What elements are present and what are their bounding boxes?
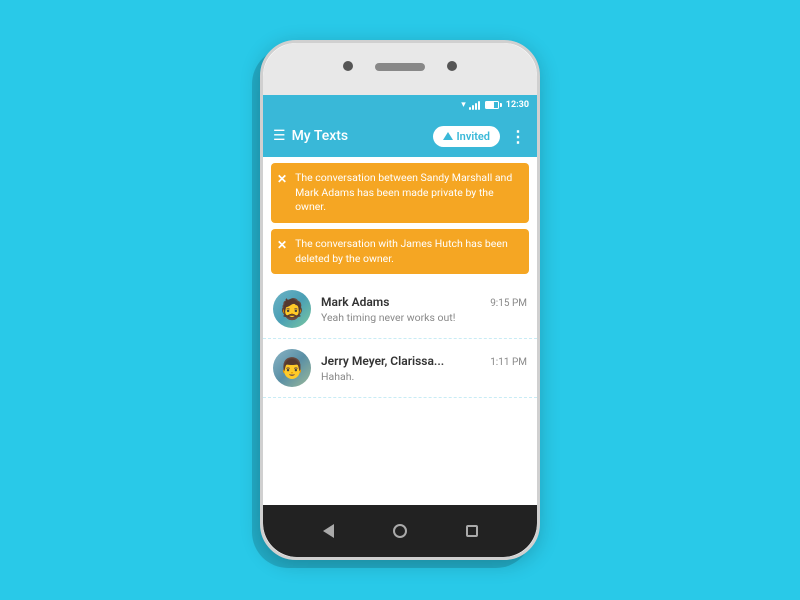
app-title: My Texts — [292, 128, 427, 144]
status-bar: ▾ 12:30 — [263, 95, 537, 115]
battery-fill — [486, 102, 494, 108]
conversation-info-jerry: Jerry Meyer, Clarissa... 1:11 PM Hahah. — [321, 354, 527, 383]
conversation-top-mark: Mark Adams 9:15 PM — [321, 295, 527, 309]
earpiece-speaker — [375, 63, 425, 71]
signal-bar-1 — [469, 107, 471, 110]
signal-bar-3 — [475, 103, 477, 110]
back-nav-button[interactable] — [323, 524, 334, 538]
status-icons: ▾ 12:30 — [461, 100, 529, 110]
recents-nav-button[interactable] — [466, 525, 478, 537]
signal-bar-4 — [478, 101, 480, 110]
invited-label: Invited — [457, 130, 490, 143]
conversation-info-mark: Mark Adams 9:15 PM Yeah timing never wor… — [321, 295, 527, 324]
conversation-preview-jerry: Hahah. — [321, 370, 527, 383]
close-notification-2-icon[interactable]: ✕ — [277, 238, 287, 252]
conversation-name-mark: Mark Adams — [321, 295, 389, 309]
phone-screen: ▾ 12:30 ☰ My Texts Invited ⋮ — [263, 95, 537, 505]
conversation-item-mark[interactable]: 🧔 Mark Adams 9:15 PM Yeah timing never w… — [263, 280, 537, 339]
avatar-jerry-image: 👨 — [280, 356, 305, 380]
volume-up-button — [260, 153, 263, 175]
home-nav-button[interactable] — [393, 524, 407, 538]
avatar-mark-image: 🧔 — [280, 297, 305, 321]
top-bezel — [263, 43, 537, 95]
home-nav-icon — [393, 524, 407, 538]
notification-banner-1: ✕ The conversation between Sandy Marshal… — [271, 163, 529, 223]
more-options-icon[interactable]: ⋮ — [510, 127, 527, 146]
conversation-item-jerry[interactable]: 👨 Jerry Meyer, Clarissa... 1:11 PM Hahah… — [263, 339, 537, 398]
content-area: ✕ The conversation between Sandy Marshal… — [263, 157, 537, 505]
signal-bar-2 — [472, 105, 474, 110]
avatar-jerry: 👨 — [273, 349, 311, 387]
conversation-time-mark: 9:15 PM — [490, 298, 527, 309]
signal-icon — [469, 100, 480, 110]
conversation-top-jerry: Jerry Meyer, Clarissa... 1:11 PM — [321, 354, 527, 368]
bottom-nav-bar — [263, 505, 537, 557]
conversation-preview-mark: Yeah timing never works out! — [321, 311, 527, 324]
conversation-time-jerry: 1:11 PM — [490, 357, 527, 368]
invited-button[interactable]: Invited — [433, 126, 500, 147]
front-camera-left — [343, 61, 353, 71]
conversation-name-jerry: Jerry Meyer, Clarissa... — [321, 354, 444, 368]
notification-banner-2: ✕ The conversation with James Hutch has … — [271, 229, 529, 274]
avatar-mark: 🧔 — [273, 290, 311, 328]
menu-icon[interactable]: ☰ — [273, 128, 286, 144]
wifi-icon: ▾ — [461, 100, 466, 110]
back-nav-icon — [323, 524, 334, 538]
volume-down-button — [260, 188, 263, 210]
status-time: 12:30 — [506, 100, 529, 110]
app-header: ☰ My Texts Invited ⋮ — [263, 115, 537, 157]
phone-device: ▾ 12:30 ☰ My Texts Invited ⋮ — [260, 40, 540, 560]
notification-2-text: The conversation with James Hutch has be… — [295, 237, 521, 266]
close-notification-1-icon[interactable]: ✕ — [277, 172, 287, 186]
recents-nav-icon — [466, 525, 478, 537]
notification-1-text: The conversation between Sandy Marshall … — [295, 171, 521, 215]
power-button — [537, 163, 540, 193]
battery-icon — [485, 101, 499, 109]
front-camera-right — [447, 61, 457, 71]
invite-triangle-icon — [443, 132, 453, 140]
